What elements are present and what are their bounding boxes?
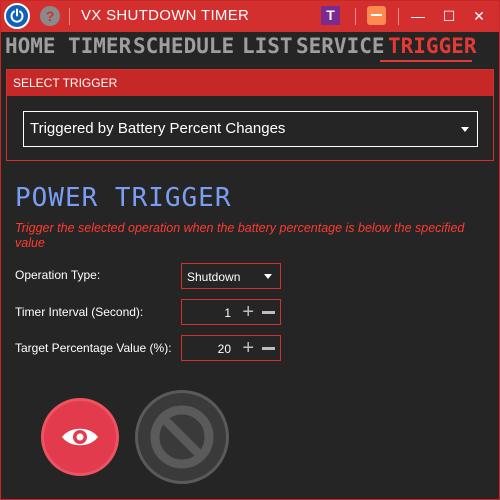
prohibit-icon — [150, 405, 214, 469]
monitor-button[interactable] — [41, 398, 119, 476]
close-button[interactable]: ✕ — [469, 6, 489, 26]
increment-icon[interactable]: + — [242, 301, 254, 323]
main-nav: HOME TIMER SCHEDULE LIST SERVICE TRIGGER — [0, 32, 500, 62]
power-icon[interactable] — [4, 3, 30, 29]
operation-type-label: Operation Type: — [15, 268, 101, 282]
cancel-button[interactable] — [135, 390, 229, 484]
tab-trigger[interactable]: TRIGGER — [388, 34, 477, 58]
title-separator — [398, 8, 399, 25]
target-percentage-stepper[interactable]: 20 + — [181, 335, 281, 361]
tab-schedule[interactable]: SCHEDULE — [133, 34, 234, 58]
timer-interval-label: Timer Interval (Second): — [15, 305, 144, 319]
tab-list[interactable]: LIST — [242, 34, 293, 58]
timer-interval-stepper[interactable]: 1 + — [181, 299, 281, 325]
target-percentage-label: Target Percentage Value (%): — [15, 341, 172, 355]
target-percentage-value: 20 — [217, 342, 231, 356]
operation-type-value: Shutdown — [187, 270, 241, 284]
eye-icon — [62, 428, 98, 446]
timer-interval-value: 1 — [224, 306, 231, 320]
chevron-down-icon — [461, 127, 469, 132]
trigger-type-value: Triggered by Battery Percent Changes — [30, 120, 286, 137]
help-icon[interactable]: ? — [40, 6, 60, 26]
active-tab-indicator — [380, 60, 472, 62]
chevron-down-icon — [264, 274, 272, 279]
select-trigger-panel: SELECT TRIGGER Triggered by Battery Perc… — [6, 69, 494, 161]
title-separator — [69, 8, 70, 25]
maximize-button[interactable]: ☐ — [439, 6, 459, 26]
tab-timer[interactable]: TIMER — [68, 34, 131, 58]
tab-home[interactable]: HOME — [5, 34, 56, 58]
app-title: VX SHUTDOWN TIMER — [81, 7, 250, 24]
section-title: POWER TRIGGER — [15, 183, 232, 213]
operation-type-select[interactable]: Shutdown — [181, 263, 281, 289]
minimize-button[interactable]: — — [408, 6, 428, 26]
t-icon[interactable]: T — [321, 6, 340, 25]
increment-icon[interactable]: + — [242, 337, 254, 359]
trigger-type-select[interactable]: Triggered by Battery Percent Changes — [23, 111, 478, 147]
decrement-icon[interactable] — [262, 347, 275, 350]
compact-mode-icon[interactable] — [367, 6, 386, 25]
tab-service[interactable]: SERVICE — [296, 34, 385, 58]
select-trigger-header: SELECT TRIGGER — [7, 70, 493, 96]
title-bar: ? VX SHUTDOWN TIMER T — ☐ ✕ — [0, 0, 500, 32]
title-separator — [355, 8, 356, 25]
decrement-icon[interactable] — [262, 311, 275, 314]
trigger-description: Trigger the selected operation when the … — [15, 221, 465, 250]
